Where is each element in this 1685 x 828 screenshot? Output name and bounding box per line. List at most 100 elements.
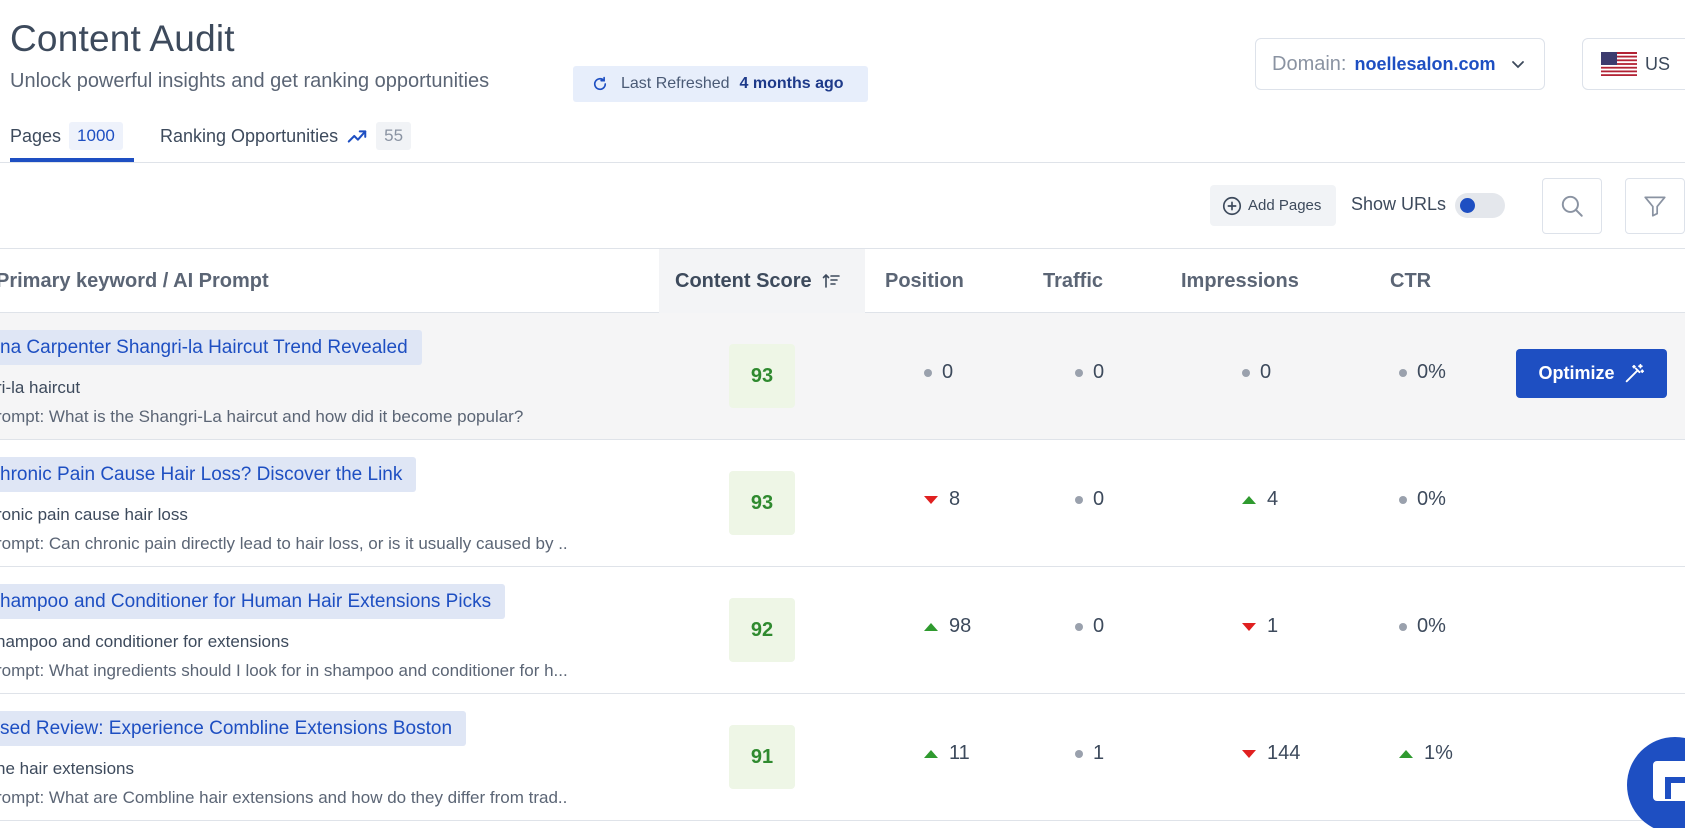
column-header-content-score[interactable]: Content Score: [659, 249, 865, 313]
trend-neutral-icon: [1075, 749, 1083, 758]
tab-bar: Pages 1000 Ranking Opportunities 55: [0, 110, 1685, 163]
table-header: Primary keyword / AI Prompt Content Scor…: [0, 249, 1685, 313]
chevron-down-icon: [1511, 61, 1524, 69]
toggle-knob: [1460, 198, 1475, 213]
content-score-label: Content Score: [675, 269, 812, 292]
page-title: Content Audit: [10, 18, 235, 59]
add-pages-button[interactable]: Add Pages: [1210, 185, 1336, 226]
page-title-link[interactable]: hampoo and Conditioner for Human Hair Ex…: [0, 584, 506, 619]
last-refreshed-chip[interactable]: Last Refreshed 4 months ago: [573, 66, 868, 102]
refresh-label: Last Refreshed: [621, 75, 730, 92]
us-flag-icon: [1601, 52, 1637, 76]
page-title-link[interactable]: hronic Pain Cause Hair Loss? Discover th…: [0, 457, 417, 492]
table-body: na Carpenter Shangri-la Haircut Trend Re…: [0, 313, 1685, 821]
traffic-cell: 0: [1075, 488, 1104, 511]
ai-prompt: rompt: Can chronic pain directly lead to…: [0, 534, 568, 553]
position-value: 8: [949, 488, 961, 510]
trend-neutral-icon: [1399, 368, 1407, 377]
pages-table: Primary keyword / AI Prompt Content Scor…: [0, 248, 1685, 821]
show-urls-toggle[interactable]: [1455, 193, 1505, 218]
ctr-value: 1%: [1424, 742, 1453, 764]
content-score-badge: 91: [729, 725, 795, 789]
traffic-cell: 0: [1075, 361, 1104, 384]
trend-down-icon: [1242, 749, 1256, 758]
impressions-value: 144: [1267, 742, 1301, 764]
impressions-cell: 1: [1242, 615, 1278, 638]
table-row[interactable]: hronic Pain Cause Hair Loss? Discover th…: [0, 440, 1685, 567]
position-cell: 11: [924, 742, 970, 765]
traffic-value: 0: [1093, 361, 1105, 383]
column-header-traffic[interactable]: Traffic: [1043, 249, 1103, 313]
tab-ranking-label: Ranking Opportunities: [160, 125, 339, 146]
trend-up-icon: [1399, 749, 1413, 758]
column-header-position[interactable]: Position: [885, 249, 964, 313]
domain-selector[interactable]: Domain: noellesalon.com: [1255, 38, 1545, 90]
sort-ascending-icon: [822, 273, 840, 288]
trend-down-icon: [924, 495, 938, 504]
magic-wand-icon: [1625, 363, 1644, 382]
trend-neutral-icon: [1399, 622, 1407, 631]
filter-button[interactable]: [1625, 178, 1685, 234]
traffic-cell: 1: [1075, 742, 1104, 765]
position-cell: 8: [924, 488, 960, 511]
page-title-link[interactable]: sed Review: Experience Combline Extensio…: [0, 711, 467, 746]
refresh-icon: [593, 76, 607, 91]
impressions-value: 4: [1267, 488, 1279, 510]
impressions-value: 1: [1267, 615, 1279, 637]
traffic-value: 0: [1093, 615, 1105, 637]
column-header-ctr[interactable]: CTR: [1390, 249, 1431, 313]
ai-prompt: rompt: What is the Shangri-La haircut an…: [0, 407, 524, 426]
primary-keyword: ne hair extensions: [0, 759, 134, 778]
ctr-cell: 0%: [1399, 488, 1446, 511]
column-header-impressions[interactable]: Impressions: [1181, 249, 1299, 313]
trend-down-icon: [1242, 622, 1256, 631]
trend-up-icon: [924, 749, 938, 758]
page-title-link[interactable]: na Carpenter Shangri-la Haircut Trend Re…: [0, 330, 422, 365]
search-icon: [1561, 195, 1583, 217]
trend-up-icon: [924, 622, 938, 631]
table-row[interactable]: hampoo and Conditioner for Human Hair Ex…: [0, 567, 1685, 694]
impressions-cell: 0: [1242, 361, 1271, 384]
primary-keyword: ri-la haircut: [0, 378, 81, 397]
position-value: 98: [949, 615, 972, 637]
position-cell: 98: [924, 615, 971, 638]
trend-neutral-icon: [924, 368, 932, 377]
ctr-value: 0%: [1417, 361, 1446, 383]
domain-value: noellesalon.com: [1354, 53, 1496, 74]
tab-ranking-opportunities[interactable]: Ranking Opportunities 55: [160, 118, 412, 154]
table-row[interactable]: sed Review: Experience Combline Extensio…: [0, 694, 1685, 821]
tab-pages[interactable]: Pages 1000: [10, 118, 123, 154]
add-pages-label: Add Pages: [1248, 197, 1322, 214]
country-selector[interactable]: US: [1582, 38, 1685, 90]
show-urls-label: Show URLs: [1351, 194, 1447, 214]
tab-pages-count: 1000: [69, 122, 123, 150]
domain-label: Domain:: [1272, 52, 1347, 75]
chat-icon: [1653, 761, 1685, 801]
optimize-button[interactable]: Optimize: [1516, 349, 1667, 398]
trend-neutral-icon: [1075, 495, 1083, 504]
column-header-keyword[interactable]: Primary keyword / AI Prompt: [0, 249, 269, 313]
trend-neutral-icon: [1075, 368, 1083, 377]
trend-neutral-icon: [1242, 368, 1250, 377]
impressions-cell: 144: [1242, 742, 1300, 765]
content-score-badge: 92: [729, 598, 795, 662]
primary-keyword: hampoo and conditioner for extensions: [0, 632, 289, 651]
search-button[interactable]: [1542, 178, 1602, 234]
traffic-value: 0: [1093, 488, 1105, 510]
position-value: 11: [949, 742, 970, 764]
ctr-value: 0%: [1417, 488, 1446, 510]
traffic-cell: 0: [1075, 615, 1104, 638]
optimize-label: Optimize: [1538, 363, 1615, 383]
trend-neutral-icon: [1399, 495, 1407, 504]
table-row[interactable]: na Carpenter Shangri-la Haircut Trend Re…: [0, 313, 1685, 440]
country-value: US: [1645, 53, 1671, 74]
content-score-badge: 93: [729, 344, 795, 408]
trend-neutral-icon: [1075, 622, 1083, 631]
content-score-badge: 93: [729, 471, 795, 535]
impressions-cell: 4: [1242, 488, 1278, 511]
traffic-value: 1: [1093, 742, 1105, 764]
position-value: 0: [942, 361, 954, 383]
ctr-cell: 1%: [1399, 742, 1453, 765]
ctr-value: 0%: [1417, 615, 1446, 637]
primary-keyword: ronic pain cause hair loss: [0, 505, 188, 524]
